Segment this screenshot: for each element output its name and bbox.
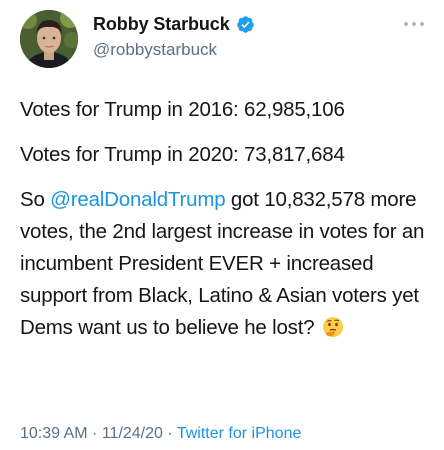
more-options-icon[interactable] [404,22,424,28]
tweet-text: Votes for Trump in 2016: 62,985,106 Vote… [20,94,432,344]
tweet-source-link[interactable]: Twitter for iPhone [177,425,302,442]
meta-separator: · [162,425,177,442]
thinking-face-icon [322,316,344,338]
meta-separator: · [87,425,102,442]
tweet-card: Robby Starbuck @robbystarbuck Votes for … [0,0,444,450]
author-name-row: Robby Starbuck [93,14,255,35]
author-handle[interactable]: @robbystarbuck [93,40,217,60]
verified-badge-icon [236,15,255,34]
tweet-line-2016: Votes for Trump in 2016: 62,985,106 [20,98,345,121]
tweet-text-prefix: So [20,188,51,211]
tweet-date[interactable]: 11/24/20 [102,425,163,442]
avatar[interactable] [20,10,78,68]
tweet-metadata: 10:39 AM · 11/24/20 · Twitter for iPhone [20,425,301,443]
tweet-paragraph: So @realDonaldTrump got 10,832,578 more … [20,184,432,344]
author-display-name[interactable]: Robby Starbuck [93,14,230,35]
tweet-line-2020: Votes for Trump in 2020: 73,817,684 [20,143,345,166]
mention-link[interactable]: @realDonaldTrump [50,188,225,211]
tweet-time[interactable]: 10:39 AM [20,425,88,442]
